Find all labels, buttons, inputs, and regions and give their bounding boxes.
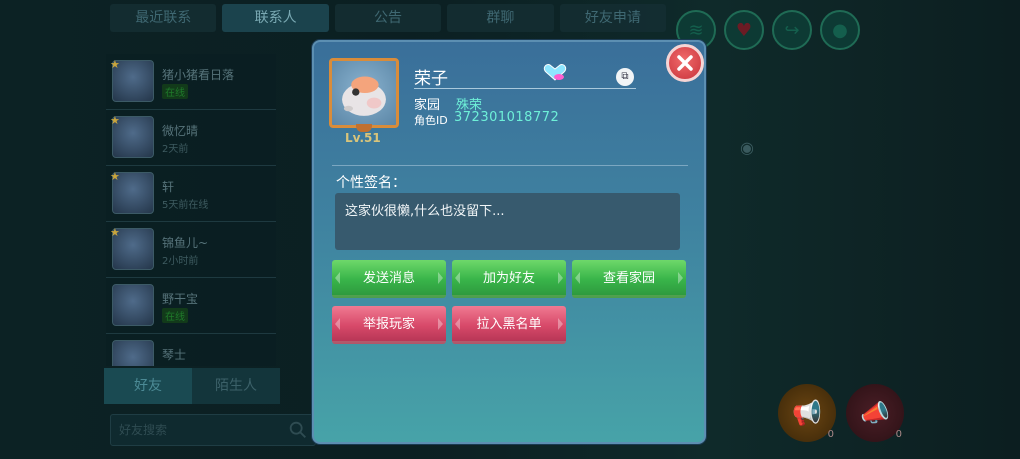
role-id-value: 372301018772 bbox=[454, 110, 560, 125]
copy-icon[interactable]: ⧉ bbox=[616, 68, 634, 86]
avatar bbox=[112, 340, 154, 366]
role-id-label: 角色ID bbox=[414, 114, 448, 127]
list-item[interactable]: 琴士 bbox=[106, 334, 276, 366]
tab-group[interactable]: 群聊 bbox=[447, 4, 554, 32]
friend-status: 2小时前 bbox=[162, 256, 199, 267]
list-item[interactable]: ★ 轩 5天前在线 bbox=[106, 166, 276, 222]
friend-search-input[interactable]: 好友搜索 bbox=[110, 414, 316, 446]
home-label: 家园 bbox=[414, 98, 441, 113]
search-icon[interactable] bbox=[287, 419, 309, 441]
send-message-button[interactable]: 发送消息 bbox=[332, 260, 446, 298]
close-icon bbox=[677, 55, 693, 71]
signature-label: 个性签名： bbox=[336, 175, 406, 191]
broadcast-button[interactable]: 📣 0 bbox=[846, 384, 904, 442]
player-level: Lv.51 bbox=[345, 131, 381, 145]
friend-status: 5天前在线 bbox=[162, 200, 209, 211]
friend-name: 野干宝 bbox=[162, 292, 199, 306]
heart-badge-icon bbox=[543, 64, 567, 81]
friend-status: 2天前 bbox=[162, 144, 189, 155]
eye-icon[interactable]: ◉ bbox=[740, 138, 754, 157]
search-placeholder: 好友搜索 bbox=[119, 423, 168, 437]
megaphone-button[interactable]: 📢 0 bbox=[778, 384, 836, 442]
list-item[interactable]: ★ 微忆晴 2天前 bbox=[106, 110, 276, 166]
star-icon: ★ bbox=[110, 114, 120, 127]
list-item[interactable]: ★ 猪小猪看日落 在线 bbox=[106, 54, 276, 110]
pig-pet-icon bbox=[342, 76, 386, 116]
social-tab-bar: 最近联系 联系人 公告 群聊 好友申请 bbox=[110, 4, 667, 34]
friend-name: 轩 bbox=[162, 180, 175, 194]
star-icon: ★ bbox=[110, 170, 120, 183]
tab-contacts[interactable]: 联系人 bbox=[222, 4, 329, 32]
friend-status: 在线 bbox=[162, 308, 188, 323]
close-button[interactable] bbox=[666, 44, 704, 82]
view-home-button[interactable]: 查看家园 bbox=[572, 260, 686, 298]
broadcast-count: 0 bbox=[895, 429, 902, 440]
tab-strangers[interactable]: 陌生人 bbox=[192, 368, 280, 404]
drop-icon[interactable]: ● bbox=[820, 10, 860, 50]
friend-name: 微忆晴 bbox=[162, 124, 199, 138]
player-name: 荣子 bbox=[414, 69, 448, 89]
tab-requests[interactable]: 好友申请 bbox=[559, 4, 667, 32]
list-item[interactable]: 野干宝 在线 bbox=[106, 278, 276, 334]
blacklist-button[interactable]: 拉入黑名单 bbox=[452, 306, 566, 344]
megaphone-icon: 📢 bbox=[792, 399, 822, 427]
add-friend-button[interactable]: 加为好友 bbox=[452, 260, 566, 298]
loudspeaker-icon: 📣 bbox=[860, 399, 890, 427]
friend-name: 琴士 bbox=[162, 348, 187, 362]
avatar bbox=[112, 284, 154, 326]
list-item[interactable]: ★ 锦鱼儿~ 2小时前 bbox=[106, 222, 276, 278]
friend-status: 在线 bbox=[162, 84, 188, 99]
star-icon: ★ bbox=[110, 226, 120, 239]
friend-list: ★ 猪小猪看日落 在线 ★ 微忆晴 2天前 ★ 轩 5天前在线 ★ 锦鱼儿~ 2… bbox=[106, 54, 276, 366]
player-avatar[interactable] bbox=[329, 58, 399, 128]
tab-friends[interactable]: 好友 bbox=[104, 368, 192, 404]
megaphone-count: 0 bbox=[827, 429, 834, 440]
heart-icon[interactable]: ♥ bbox=[724, 10, 764, 50]
tab-recent[interactable]: 最近联系 bbox=[110, 4, 217, 32]
report-player-button[interactable]: 举报玩家 bbox=[332, 306, 446, 344]
section-divider bbox=[332, 165, 688, 166]
signature-text: 这家伙很懒,什么也没留下... bbox=[345, 204, 505, 219]
share-icon[interactable]: ↪ bbox=[772, 10, 812, 50]
friend-name: 锦鱼儿~ bbox=[162, 236, 209, 250]
friend-type-tabs: 好友 陌生人 bbox=[104, 368, 280, 404]
friend-name: 猪小猪看日落 bbox=[162, 68, 235, 82]
star-icon: ★ bbox=[110, 58, 120, 71]
name-divider bbox=[414, 88, 636, 89]
tab-notice[interactable]: 公告 bbox=[334, 4, 442, 32]
signature-box: 这家伙很懒,什么也没留下... bbox=[335, 193, 680, 250]
